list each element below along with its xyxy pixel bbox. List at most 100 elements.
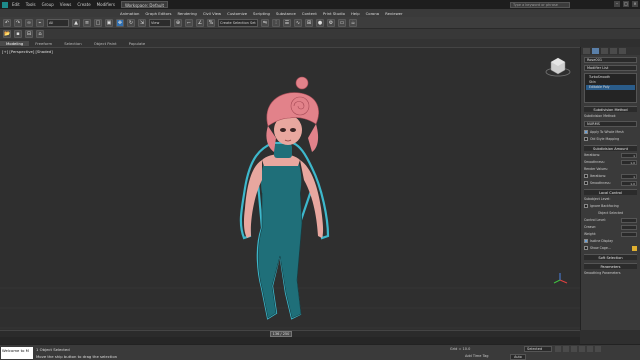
rollout-soft-selection[interactable]: Soft Selection: [584, 254, 637, 260]
render-setup-icon[interactable]: ⚙: [327, 18, 335, 27]
select-object-icon[interactable]: ▲: [72, 18, 80, 27]
control-level-spinner[interactable]: [621, 217, 637, 223]
key-mode-dropdown[interactable]: Selected: [524, 346, 552, 352]
tab-freeform[interactable]: Freeform: [29, 41, 58, 46]
motion-tab-icon[interactable]: [610, 48, 617, 54]
menu-reviewer[interactable]: Reviewer: [385, 11, 402, 16]
viewcube[interactable]: [545, 57, 571, 77]
minimize-icon[interactable]: –: [614, 1, 620, 7]
menu-animation[interactable]: Animation: [120, 11, 139, 16]
material-editor-icon[interactable]: ●: [316, 18, 324, 27]
open-icon[interactable]: 📂: [3, 30, 11, 38]
tab-populate[interactable]: Populate: [123, 41, 152, 46]
menu-modifiers[interactable]: Modifiers: [97, 2, 115, 7]
selection-set-dropdown[interactable]: Create Selection Set: [218, 18, 258, 27]
snap-icon[interactable]: ⌐: [185, 18, 193, 27]
create-tab-icon[interactable]: [583, 48, 590, 54]
maxscript-listener[interactable]: Welcome to M: [1, 347, 33, 359]
iterations-spinner[interactable]: 1: [621, 152, 637, 158]
rollout-parameters[interactable]: Parameters: [584, 263, 637, 269]
menu-help[interactable]: Help: [351, 11, 360, 16]
auto-key-button[interactable]: Auto Key: [510, 354, 526, 360]
curve-editor-icon[interactable]: ∿: [294, 18, 302, 27]
display-tab-icon[interactable]: [619, 48, 626, 54]
isoline-display-row[interactable]: Isoline Display: [584, 238, 637, 244]
undo-icon[interactable]: ↶: [3, 18, 11, 27]
app-logo-icon[interactable]: [2, 1, 8, 8]
menu-graph-editors[interactable]: Graph Editors: [145, 11, 171, 16]
old-style-mapping-row[interactable]: Old Style Mapping: [584, 136, 637, 142]
tab-selection[interactable]: Selection: [58, 41, 88, 46]
render-iterations-spinner[interactable]: 1: [621, 173, 637, 179]
save-icon[interactable]: ▪: [14, 30, 22, 38]
menu-edit[interactable]: Edit: [12, 2, 20, 7]
menu-scripting[interactable]: Scripting: [253, 11, 270, 16]
rotate-icon[interactable]: ↻: [127, 18, 135, 27]
render-iterations-checkbox[interactable]: [584, 174, 588, 178]
menu-views[interactable]: Views: [60, 2, 72, 7]
viewport-layout-icon[interactable]: ⊟: [25, 30, 33, 38]
ignore-backfacing-checkbox[interactable]: [584, 204, 588, 208]
smoothness-spinner[interactable]: 1.0: [621, 159, 637, 165]
unlink-icon[interactable]: ⌁: [36, 18, 44, 27]
menu-substance[interactable]: Substance: [276, 11, 296, 16]
apply-whole-mesh-row[interactable]: Apply To Whole Mesh: [584, 129, 637, 135]
time-slider[interactable]: 136 / 250: [0, 330, 580, 337]
rollout-subdivision-amount[interactable]: Subdivision Amount: [584, 145, 637, 151]
object-name-field[interactable]: Rose001: [584, 57, 637, 63]
render-frame-icon[interactable]: ▭: [338, 18, 346, 27]
region-select-icon[interactable]: □: [94, 18, 102, 27]
cage-color-swatch[interactable]: [632, 245, 637, 251]
character-model[interactable]: [239, 76, 330, 320]
search-input[interactable]: Type a keyword or phrase: [510, 1, 570, 8]
go-to-start-icon[interactable]: [555, 346, 561, 352]
zoom-extents-icon[interactable]: [595, 346, 601, 352]
scene-explorer-icon[interactable]: ⌂: [36, 30, 44, 38]
schematic-icon[interactable]: ⊞: [305, 18, 313, 27]
perspective-viewport[interactable]: [+] [Perspective] [Shaded]: [0, 47, 580, 330]
angle-snap-icon[interactable]: ∠: [196, 18, 204, 27]
menu-customize[interactable]: Customize: [227, 11, 247, 16]
subdivision-method-dropdown[interactable]: NURMS: [584, 121, 637, 127]
select-by-name-icon[interactable]: ≡: [83, 18, 91, 27]
link-icon[interactable]: ∞: [25, 18, 33, 27]
modify-tab-icon[interactable]: [592, 48, 599, 54]
stack-item-editable-poly[interactable]: Editable Poly: [586, 85, 635, 90]
menu-corona[interactable]: Corona: [366, 11, 380, 16]
next-frame-icon[interactable]: [579, 346, 585, 352]
render-icon[interactable]: ☕: [349, 18, 357, 27]
rollout-local-control[interactable]: Local Control: [584, 189, 637, 195]
show-cage-checkbox[interactable]: [584, 246, 588, 250]
mirror-icon[interactable]: ⇋: [261, 18, 269, 27]
old-style-mapping-checkbox[interactable]: [584, 137, 588, 141]
menu-print-studio[interactable]: Print Studio: [323, 11, 345, 16]
isoline-display-checkbox[interactable]: [584, 239, 588, 243]
play-icon[interactable]: [571, 346, 577, 352]
hierarchy-tab-icon[interactable]: [601, 48, 608, 54]
rollout-subdivision-method[interactable]: Subdivision Method: [584, 106, 637, 112]
menu-content[interactable]: Content: [302, 11, 317, 16]
layer-icon[interactable]: ☰: [283, 18, 291, 27]
go-to-end-icon[interactable]: [587, 346, 593, 352]
render-smoothness-checkbox[interactable]: [584, 181, 588, 185]
workspace-dropdown[interactable]: Workspace: Default: [120, 1, 169, 8]
selection-filter-dropdown[interactable]: All: [47, 18, 69, 27]
scale-icon[interactable]: ⇲: [138, 18, 146, 27]
menu-civil-view[interactable]: Civil View: [203, 11, 221, 16]
align-icon[interactable]: ⫶: [272, 18, 280, 27]
menu-group[interactable]: Group: [42, 2, 54, 7]
add-time-tag-button[interactable]: Add Time Tag: [465, 354, 489, 358]
previous-frame-icon[interactable]: [563, 346, 569, 352]
weight-spinner[interactable]: [621, 231, 637, 237]
render-smoothness-spinner[interactable]: 1.0: [621, 180, 637, 186]
reference-coordinate-dropdown[interactable]: View: [149, 18, 171, 27]
menu-tools[interactable]: Tools: [26, 2, 36, 7]
modifier-list-dropdown[interactable]: Modifier List: [584, 65, 637, 71]
percent-snap-icon[interactable]: %: [207, 18, 215, 27]
redo-icon[interactable]: ↷: [14, 18, 22, 27]
pivot-icon[interactable]: ⊕: [174, 18, 182, 27]
window-crossing-icon[interactable]: ▣: [105, 18, 113, 27]
tab-object-paint[interactable]: Object Paint: [88, 41, 123, 46]
move-icon[interactable]: ✥: [116, 18, 124, 27]
track-bar[interactable]: [0, 337, 580, 349]
